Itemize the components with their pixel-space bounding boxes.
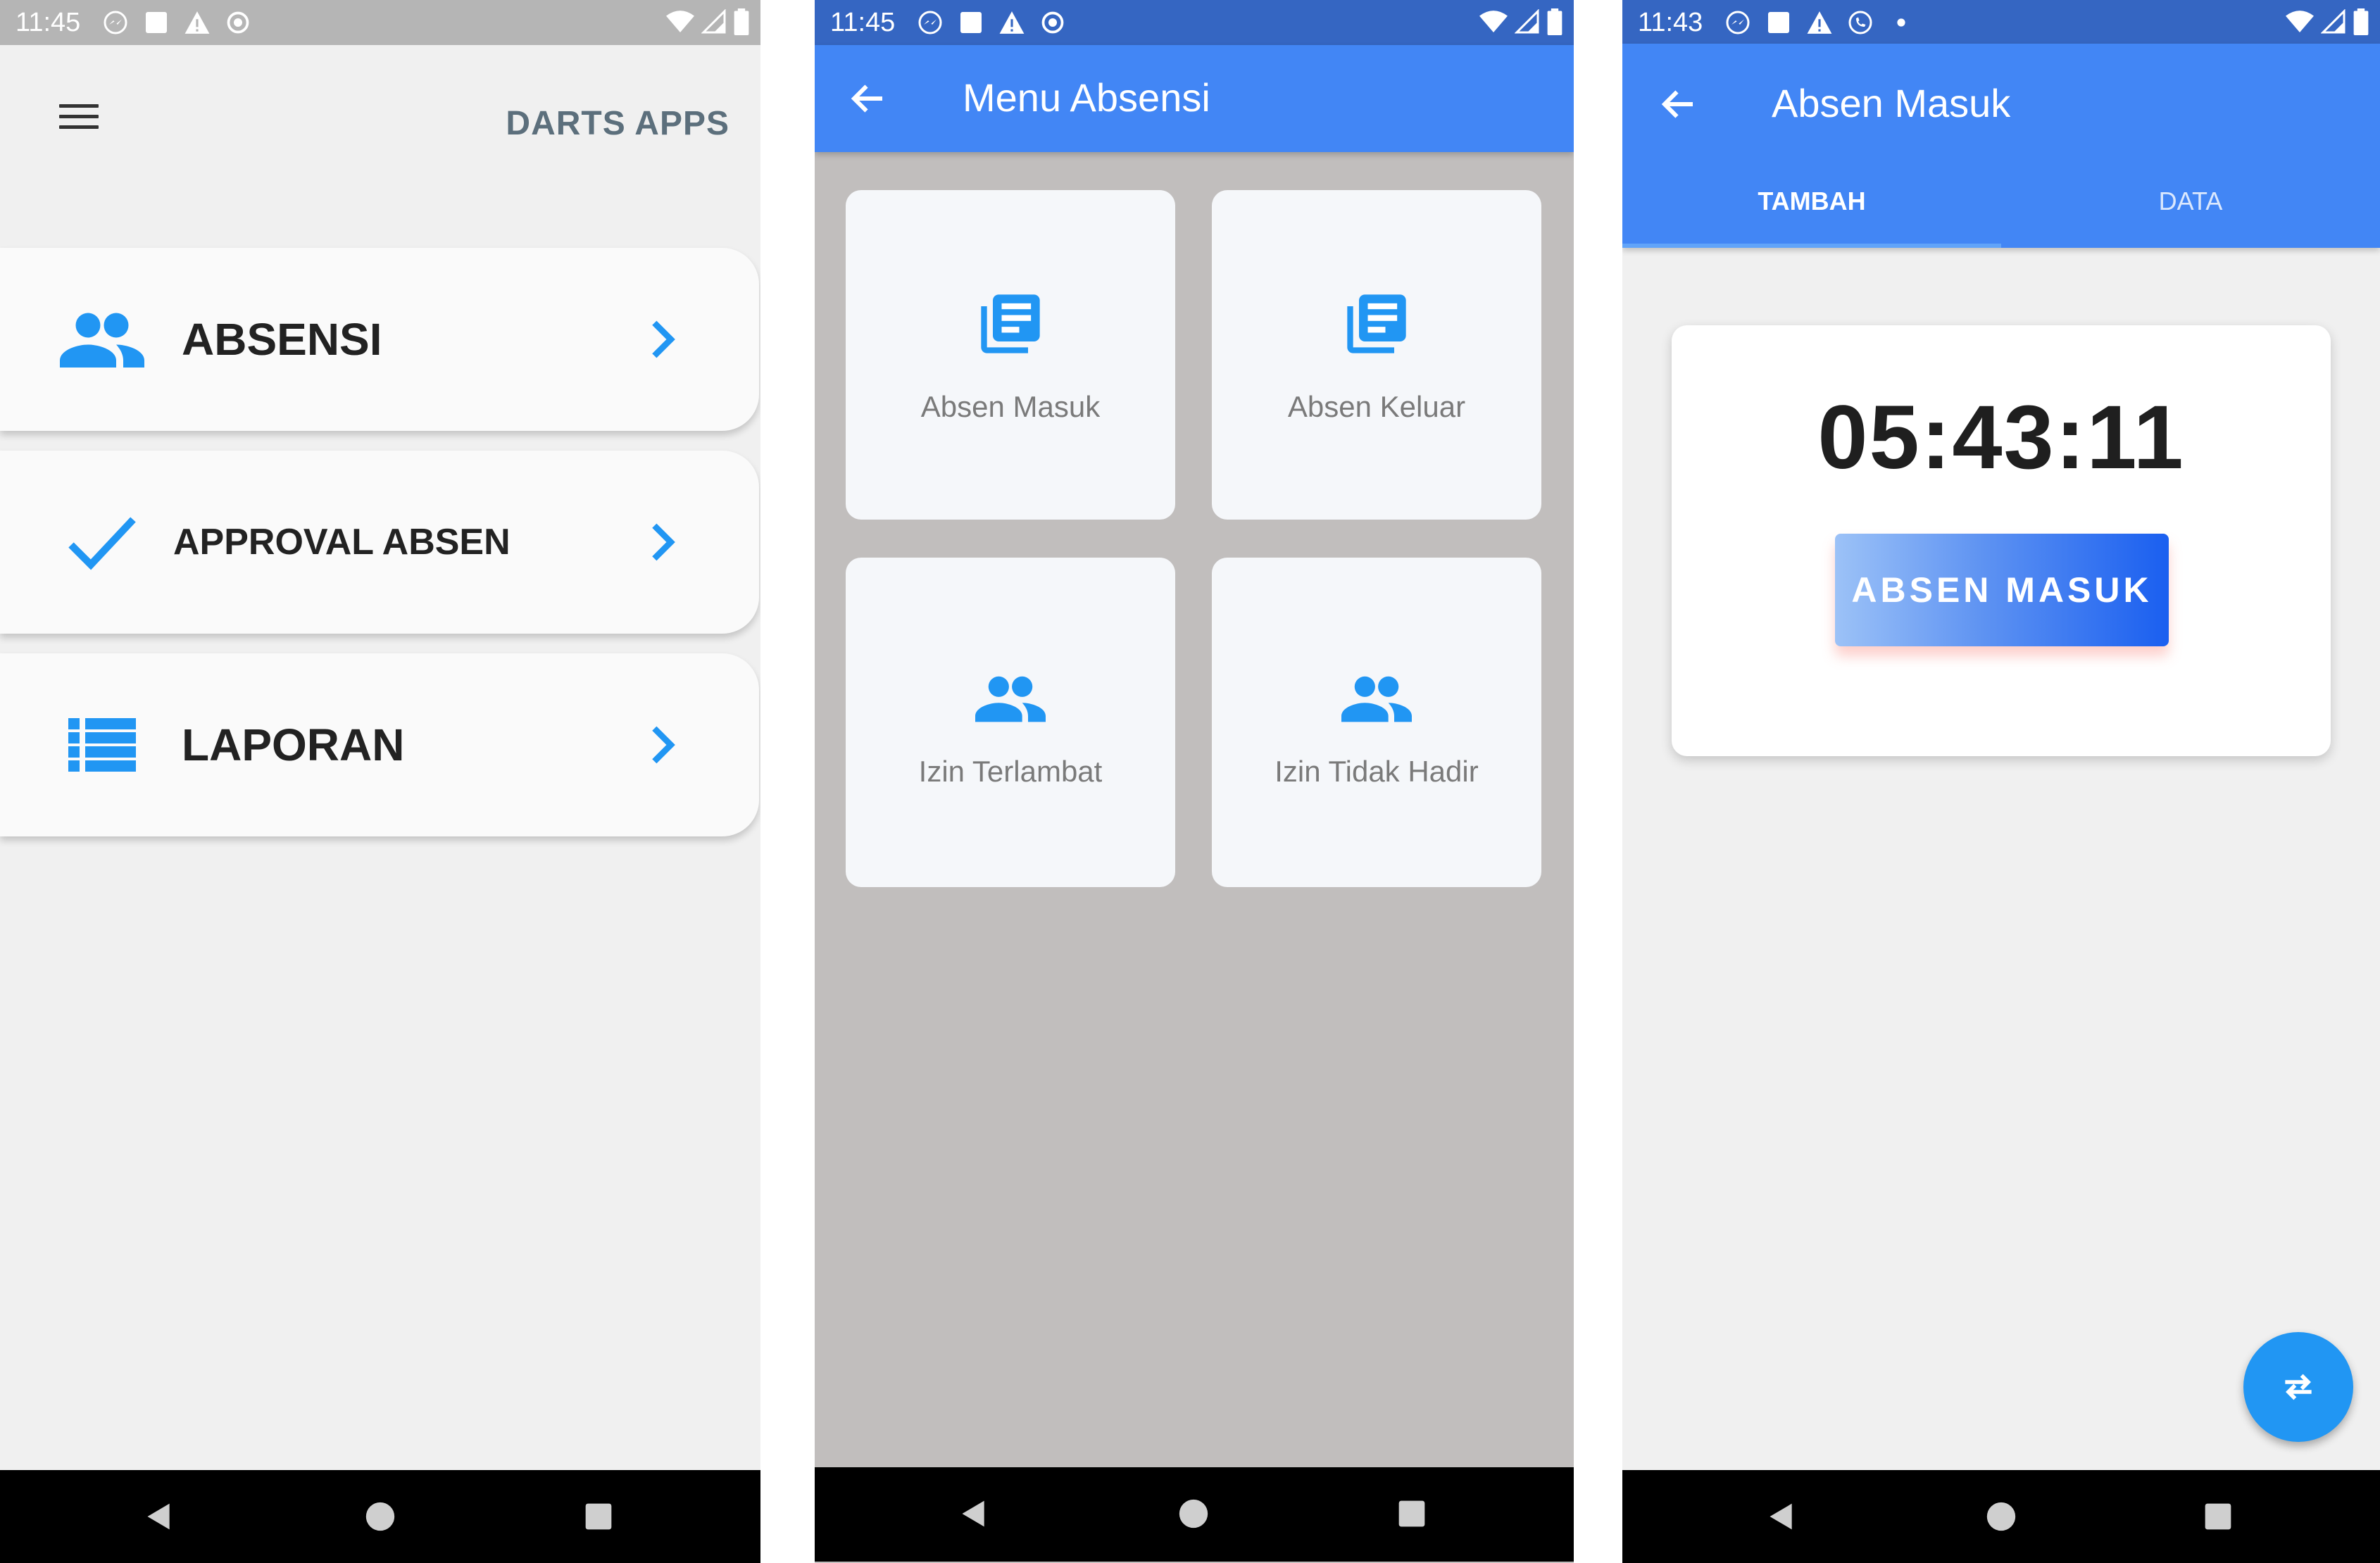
swap-icon	[2285, 1374, 2312, 1400]
tab-tambah[interactable]: TAMBAH	[1622, 173, 2001, 230]
battery-icon	[1547, 8, 1562, 35]
nav-bar	[0, 1470, 760, 1563]
tile-label: Absen Keluar	[1287, 390, 1466, 423]
nav-bar	[1622, 1470, 2380, 1563]
absen-masuk-button[interactable]: ABSEN MASUK	[1835, 534, 2169, 646]
tile-izin-tidak-hadir[interactable]: Izin Tidak Hadir	[1212, 558, 1541, 887]
chevron-right-icon	[652, 320, 675, 358]
status-right-icons	[2286, 8, 2369, 35]
warning-icon	[1805, 8, 1834, 37]
status-time: 11:43	[1638, 7, 1703, 37]
absen-masuk-screen: 11:43 Absen Masuk TAMBAH DATA 05:43:11 A…	[1622, 0, 2380, 1563]
back-arrow-icon[interactable]	[1658, 83, 1700, 125]
wifi-icon	[666, 11, 694, 32]
home-nav-icon[interactable]	[1980, 1495, 2022, 1538]
status-bar: 11:45	[815, 0, 1574, 45]
chevron-right-icon	[652, 523, 675, 561]
messenger-icon	[916, 8, 944, 37]
home-screen: 11:45 DARTS APPS ABSENSI APPROVAL ABSEN …	[0, 0, 760, 1563]
menu-item-laporan[interactable]: LAPORAN	[0, 653, 759, 836]
home-nav-icon[interactable]	[1172, 1493, 1215, 1535]
tile-absen-masuk[interactable]: Absen Masuk	[846, 190, 1175, 520]
menu-absensi-screen: 11:45 Menu Absensi Absen Masuk Absen Kel…	[815, 0, 1574, 1563]
dot-icon	[1887, 8, 1915, 37]
tile-izin-terlambat[interactable]: Izin Terlambat	[846, 558, 1175, 887]
status-right-icons	[1479, 8, 1562, 35]
tab-indicator	[1622, 244, 2001, 248]
square-icon	[142, 8, 170, 37]
sync-icon	[1039, 8, 1067, 37]
battery-icon	[734, 8, 749, 35]
list-icon	[56, 710, 148, 780]
menu-item-label: APPROVAL ABSEN	[173, 522, 511, 563]
menu-item-approval-absen[interactable]: APPROVAL ABSEN	[0, 451, 759, 634]
messenger-icon	[101, 8, 130, 37]
clock-display: 05:43:11	[1817, 387, 2185, 488]
home-nav-icon[interactable]	[359, 1495, 401, 1538]
status-bar: 11:45	[0, 0, 760, 45]
recents-nav-icon[interactable]	[577, 1495, 620, 1538]
battery-icon	[2353, 8, 2369, 35]
page-title: Menu Absensi	[963, 75, 1210, 120]
tile-label: Absen Masuk	[920, 390, 1101, 423]
menu-item-label: ABSENSI	[182, 314, 382, 365]
warning-icon	[183, 8, 211, 37]
people-icon	[56, 304, 148, 375]
clock-card: 05:43:11 ABSEN MASUK	[1672, 325, 2331, 756]
nav-bar	[815, 1467, 1574, 1562]
status-right-icons	[666, 8, 749, 35]
status-time: 11:45	[15, 7, 81, 37]
page-title: Absen Masuk	[1772, 81, 2011, 125]
tile-label: Izin Terlambat	[918, 755, 1103, 788]
status-time: 11:45	[830, 7, 896, 37]
recents-nav-icon[interactable]	[1391, 1493, 1433, 1535]
back-nav-icon[interactable]	[138, 1495, 180, 1538]
back-arrow-icon[interactable]	[847, 77, 889, 120]
menu-item-absensi[interactable]: ABSENSI	[0, 248, 759, 431]
chevron-right-icon	[652, 726, 675, 764]
wifi-icon	[1479, 11, 1508, 32]
warning-icon	[998, 8, 1026, 37]
back-nav-icon[interactable]	[1760, 1495, 1803, 1538]
sync-icon	[224, 8, 252, 37]
whatsapp-icon	[1846, 8, 1874, 37]
status-bar: 11:43	[1622, 0, 2380, 45]
wifi-icon	[2286, 11, 2314, 32]
menu-item-label: LAPORAN	[182, 720, 405, 770]
tile-absen-keluar[interactable]: Absen Keluar	[1212, 190, 1541, 520]
square-icon	[957, 8, 985, 37]
tab-data[interactable]: DATA	[2001, 173, 2380, 230]
library-books-icon	[975, 289, 1046, 359]
people-icon	[1341, 663, 1412, 734]
back-nav-icon[interactable]	[953, 1493, 995, 1535]
signal-icon	[2321, 9, 2345, 34]
messenger-icon	[1724, 8, 1752, 37]
menu-icon[interactable]	[59, 104, 99, 132]
square-icon	[1765, 8, 1793, 37]
signal-icon	[1515, 9, 1539, 34]
tile-label: Izin Tidak Hadir	[1274, 755, 1479, 788]
swap-fab-button[interactable]	[2243, 1332, 2353, 1442]
library-books-icon	[1341, 289, 1412, 359]
app-brand: DARTS APPS	[506, 105, 729, 142]
app-bar: Menu Absensi	[815, 45, 1574, 152]
recents-nav-icon[interactable]	[2197, 1495, 2239, 1538]
check-icon	[56, 507, 148, 577]
signal-icon	[701, 9, 726, 34]
people-icon	[975, 663, 1046, 734]
